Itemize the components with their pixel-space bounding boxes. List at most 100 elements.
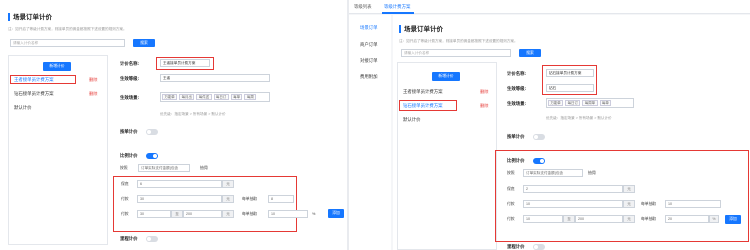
search-button[interactable]: 搜索 — [133, 39, 155, 47]
name-label: 计价名称: — [507, 71, 527, 76]
level-select[interactable]: 钻石 — [546, 84, 594, 92]
side-nav: 场景订单 商户订单 对接订单 费用附加 — [349, 15, 391, 250]
tab-level-list[interactable]: 等级列表 — [354, 4, 372, 10]
percent-label: % — [709, 215, 719, 223]
appoint-toggle[interactable] — [533, 134, 545, 140]
level-select[interactable]: 王者 — [160, 74, 270, 82]
range-sep: 至 — [171, 210, 183, 218]
delete-link[interactable]: 删除 — [480, 103, 488, 109]
appoint-label: 按单计价 — [507, 134, 525, 139]
sidebar-item-fee[interactable]: 费用附加 — [360, 74, 378, 80]
add-button[interactable]: 添加 — [725, 215, 741, 224]
name-input[interactable]: 王者接单员计费方案 — [160, 59, 210, 67]
row1-rate-label: 每单抽取 — [641, 202, 657, 206]
page-title: 场景订单计价 — [399, 23, 443, 34]
plan-item[interactable]: 默认计价 — [14, 105, 32, 111]
tab-bar: 等级列表 等级计费方案 — [349, 0, 750, 14]
baseline-input[interactable]: 2 — [523, 185, 623, 193]
row2-to-input[interactable]: 200 — [575, 215, 623, 223]
sidebar-item-scene[interactable]: 场景订单 — [360, 25, 378, 31]
mode-select[interactable]: 订单实际支付金额(包含 — [138, 164, 190, 172]
unit-label: 元 — [623, 185, 635, 193]
tab-underline — [382, 12, 414, 14]
search-button[interactable]: 搜索 — [519, 49, 541, 57]
range-sep: 至 — [563, 215, 575, 223]
mode-suffix: 抽佣 — [200, 166, 208, 170]
delete-link[interactable]: 删除 — [480, 89, 488, 95]
ratio-toggle[interactable] — [146, 153, 158, 159]
right-main: 场景订单计价 注：如开启了等级计费方案，则接单员的佣金都按照下述设置的规则方案。… — [393, 15, 750, 250]
delete-link[interactable]: 删除 — [89, 77, 97, 83]
row2-from-input[interactable]: 10 — [523, 215, 563, 223]
row1-amount-input[interactable]: 10 — [523, 200, 623, 208]
search-input[interactable]: 请输入计价名称 — [401, 49, 511, 57]
sidebar-item-merchant[interactable]: 商户订单 — [360, 42, 378, 48]
row1-label: 付款 — [121, 197, 129, 201]
scene-tag[interactable]: 万能单 — [162, 94, 178, 100]
plan-list: 新增计价 王者接单员计费方案 删除 钻石接单员计费方案 删除 默认计价 — [8, 55, 108, 245]
row2-from-input[interactable]: 30 — [137, 210, 171, 218]
ratio-toggle[interactable] — [533, 158, 545, 164]
name-input[interactable]: 钻石接单员计费方案 — [546, 69, 594, 77]
plan-item[interactable]: 钻石接单员计费方案 — [14, 91, 54, 97]
sidebar-item-docking[interactable]: 对接订单 — [360, 58, 378, 64]
percent-label: % — [312, 212, 316, 216]
row1-rate-input[interactable]: 10 — [665, 200, 721, 208]
add-button[interactable]: 添加 — [328, 209, 344, 218]
mode-prefix: 按照 — [120, 166, 128, 170]
plan-item[interactable]: 王者接单员计费方案 — [403, 89, 443, 95]
search-input[interactable]: 请输入计价名称 — [10, 39, 125, 47]
appoint-label: 按单计价 — [120, 129, 138, 134]
row1-rate-input[interactable]: 8 — [268, 195, 294, 203]
scene-tag[interactable]: 每日订 — [565, 100, 581, 106]
mode-prefix: 按照 — [507, 171, 515, 175]
row1-amount-input[interactable]: 30 — [137, 195, 222, 203]
mileage-toggle[interactable] — [533, 244, 545, 250]
mileage-toggle[interactable] — [146, 236, 158, 242]
new-plan-button[interactable]: 新增计价 — [43, 62, 71, 71]
plan-item[interactable]: 王者接单员计费方案 — [14, 77, 54, 83]
page-hint: 注：如开启了等级计费方案，则接单员的佣金都按照下述设置的规则方案。 — [399, 39, 518, 43]
left-panel: 场景订单计价 注：如开启了等级计费方案，则接单员的佣金都按照下述设置的规则方案。… — [0, 0, 347, 250]
plan-list: 新增计价 王者接单员计费方案 删除 钻石接单员计费方案 删除 默认计价 — [397, 62, 497, 250]
page-hint: 注：如开启了等级计费方案，则接单员的佣金都按照下述设置的规则方案。 — [8, 27, 127, 31]
row2-rate-input[interactable]: 10 — [268, 210, 308, 218]
scene-tag[interactable]: 万能单 — [548, 100, 564, 106]
level-label: 生效等级: — [120, 76, 140, 81]
plan-item[interactable]: 默认计价 — [403, 117, 421, 123]
tab-level-plan[interactable]: 等级计费方案 — [384, 4, 410, 10]
scene-tag[interactable]: 每周 — [244, 94, 257, 100]
scene-tag[interactable]: 每周单 — [582, 100, 598, 106]
unit-label: 元 — [222, 195, 234, 203]
row1-rate-label: 每单抽取 — [242, 197, 258, 201]
row2-label: 付款 — [507, 217, 515, 221]
row1-label: 付款 — [507, 202, 515, 206]
mileage-label: 里程计价 — [120, 236, 138, 241]
scene-tag[interactable]: 每单 — [230, 94, 243, 100]
baseline-label: 保底 — [121, 182, 129, 186]
baseline-input[interactable]: 6 — [137, 180, 222, 188]
new-plan-button[interactable]: 新增计价 — [432, 72, 460, 81]
scene-tag[interactable]: 每月出 — [179, 94, 195, 100]
appoint-toggle[interactable] — [146, 129, 158, 135]
scene-tag[interactable]: 每日订 — [213, 94, 229, 100]
ratio-label: 比例计价 — [120, 153, 138, 158]
scene-tag[interactable]: 每件送 — [196, 94, 212, 100]
priority-hint: 优先级：指定场景 > 所有场景 > 默认计价 — [546, 116, 612, 120]
mode-suffix: 抽佣 — [588, 171, 596, 175]
right-frame: 等级列表 等级计费方案 场景订单 商户订单 对接订单 费用附加 场景订单计价 注… — [349, 0, 750, 250]
unit-label: 元 — [623, 200, 635, 208]
scene-tags[interactable]: 万能单 每日订 每周单 每单 — [546, 98, 634, 108]
row2-rate-label: 每单抽取 — [641, 217, 657, 221]
unit-label: 元 — [623, 215, 635, 223]
page-title: 场景订单计价 — [8, 11, 52, 22]
unit-label: 元 — [222, 180, 234, 188]
row2-to-input[interactable]: 200 — [183, 210, 222, 218]
row2-rate-input[interactable]: 20 — [665, 215, 709, 223]
scene-tag[interactable]: 每单 — [599, 100, 612, 106]
delete-link[interactable]: 删除 — [89, 91, 97, 97]
scene-tags[interactable]: 万能单 每月出 每件送 每日订 每单 每周 — [160, 92, 270, 102]
mode-select[interactable]: 订单实际支付金额(包含 — [523, 169, 583, 177]
plan-item[interactable]: 钻石接单员计费方案 — [403, 103, 443, 109]
row2-rate-label: 每单抽取 — [242, 212, 258, 216]
